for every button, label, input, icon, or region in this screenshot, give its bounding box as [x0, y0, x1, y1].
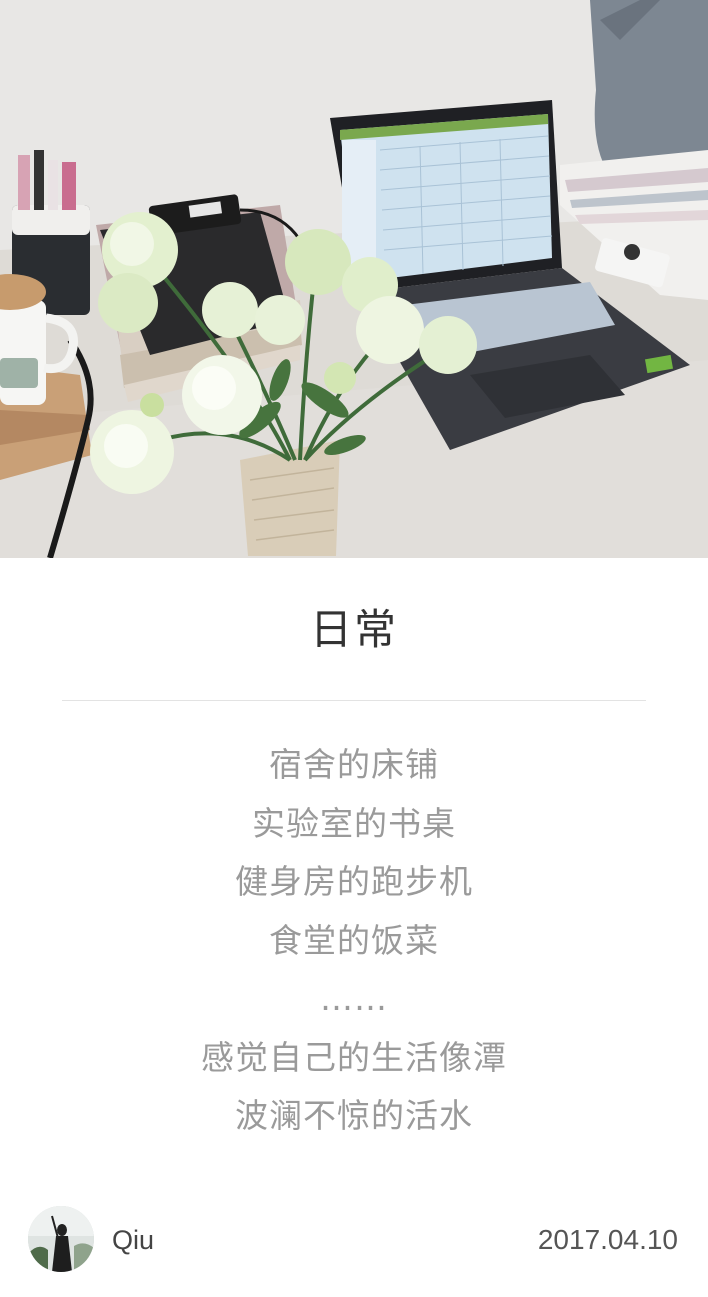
- body-line: 宿舍的床铺: [269, 745, 439, 784]
- post-body: 宿舍的床铺 实验室的书桌 健身房的跑步机 食堂的饭菜 …… 感觉自己的生活像潭 …: [0, 736, 708, 1146]
- cover-photo[interactable]: [0, 0, 708, 558]
- post-date: 2017.04.10: [537, 1224, 678, 1255]
- divider: [62, 700, 646, 701]
- post-footer: Qiu 2017.04.10: [0, 1206, 708, 1274]
- body-line: 感觉自己的生活像潭: [201, 1037, 507, 1077]
- post-title: 日常: [309, 605, 398, 654]
- author-avatar[interactable]: [28, 1206, 94, 1272]
- avatar-image: [28, 1206, 94, 1272]
- body-line: 食堂的饭菜: [269, 920, 439, 960]
- body-line: 波澜不惊的活水: [235, 1096, 473, 1135]
- body-line: 健身房的跑步机: [235, 862, 473, 901]
- body-line: 实验室的书桌: [252, 803, 456, 843]
- author-name[interactable]: Qiu: [112, 1220, 154, 1260]
- body-line-ellipsis: ……: [320, 979, 388, 1018]
- cover-photo-illustration: [0, 0, 708, 558]
